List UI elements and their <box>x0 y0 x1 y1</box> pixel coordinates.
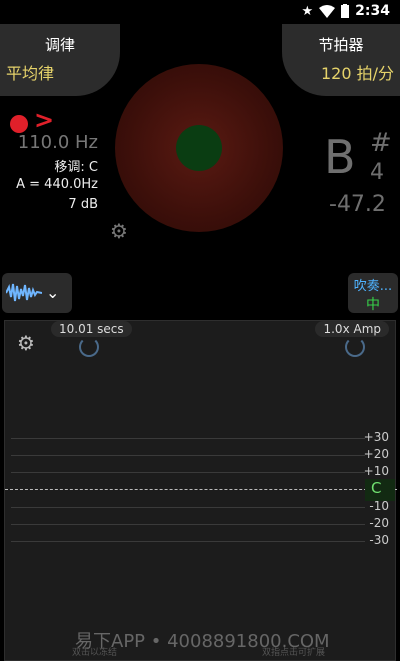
temperament-title: 调律 <box>44 36 75 54</box>
note-accidental: # <box>370 128 392 158</box>
gridline <box>11 541 365 542</box>
instrument-selector-button[interactable]: 吹奏... 中 <box>348 273 398 313</box>
reference-pitch-readout[interactable]: A = 440.0Hz <box>16 177 98 192</box>
time-reset-icon[interactable] <box>79 337 99 357</box>
cents-offset: -47.2 <box>329 192 386 217</box>
gridline <box>11 455 365 456</box>
record-dot-icon[interactable] <box>10 115 28 133</box>
instrument-label: 吹奏... <box>353 279 393 294</box>
amp-reset-icon[interactable] <box>345 337 365 357</box>
expand-hint: 双指点击可扩展 <box>262 648 326 658</box>
center-note-label: C <box>365 479 395 501</box>
star-icon: ★ <box>301 3 314 19</box>
scale-label: +30 <box>363 430 389 444</box>
gridline <box>11 438 365 439</box>
detected-note: B <box>324 130 356 184</box>
waveform-selector-button[interactable]: ⌄ <box>2 273 72 313</box>
waveform-icon <box>6 283 42 302</box>
transpose-readout[interactable]: 移调: C <box>54 156 98 175</box>
graph-settings-gear-icon[interactable]: ⚙ <box>17 331 35 355</box>
scale-label: -20 <box>369 516 389 530</box>
gridline <box>11 524 365 525</box>
chevron-down-icon: ⌄ <box>46 283 60 302</box>
instrument-value: 中 <box>366 297 380 313</box>
scale-label: -10 <box>369 499 389 513</box>
temperament-value: 平均律 <box>6 64 55 83</box>
battery-icon <box>341 4 350 18</box>
amp-badge[interactable]: 1.0x Amp <box>315 321 389 337</box>
play-arrow-icon[interactable]: > <box>34 106 54 134</box>
tuning-dial <box>115 64 283 232</box>
status-time: 2:34 <box>355 3 390 19</box>
scale-label: -30 <box>369 533 389 547</box>
gridline <box>11 507 365 508</box>
metronome-value: 120 拍/分 <box>320 64 394 83</box>
metronome-panel[interactable]: 节拍器 120 拍/分 <box>282 24 400 96</box>
time-span-badge[interactable]: 10.01 secs <box>51 321 132 337</box>
temperament-panel[interactable]: 调律 平均律 <box>0 24 120 96</box>
metronome-title: 节拍器 <box>318 36 364 54</box>
pitch-history-graph[interactable]: 10.01 secs 1.0x Amp ⚙ +30 +20 +10 C -10 … <box>4 320 397 661</box>
center-gridline <box>5 489 397 490</box>
dial-center-indicator <box>176 125 222 171</box>
note-octave: 4 <box>370 160 384 185</box>
wifi-icon <box>319 4 336 18</box>
gridline <box>11 472 365 473</box>
scale-label: +10 <box>363 464 389 478</box>
scale-label: +20 <box>363 447 389 461</box>
frequency-readout: 110.0 Hz <box>17 132 98 153</box>
gain-readout: 7 dB <box>68 197 98 212</box>
status-bar: ★ 2:34 <box>0 0 400 24</box>
freeze-hint: 双击以冻结 <box>72 648 118 658</box>
tuner-settings-gear-icon[interactable]: ⚙ <box>110 219 128 243</box>
